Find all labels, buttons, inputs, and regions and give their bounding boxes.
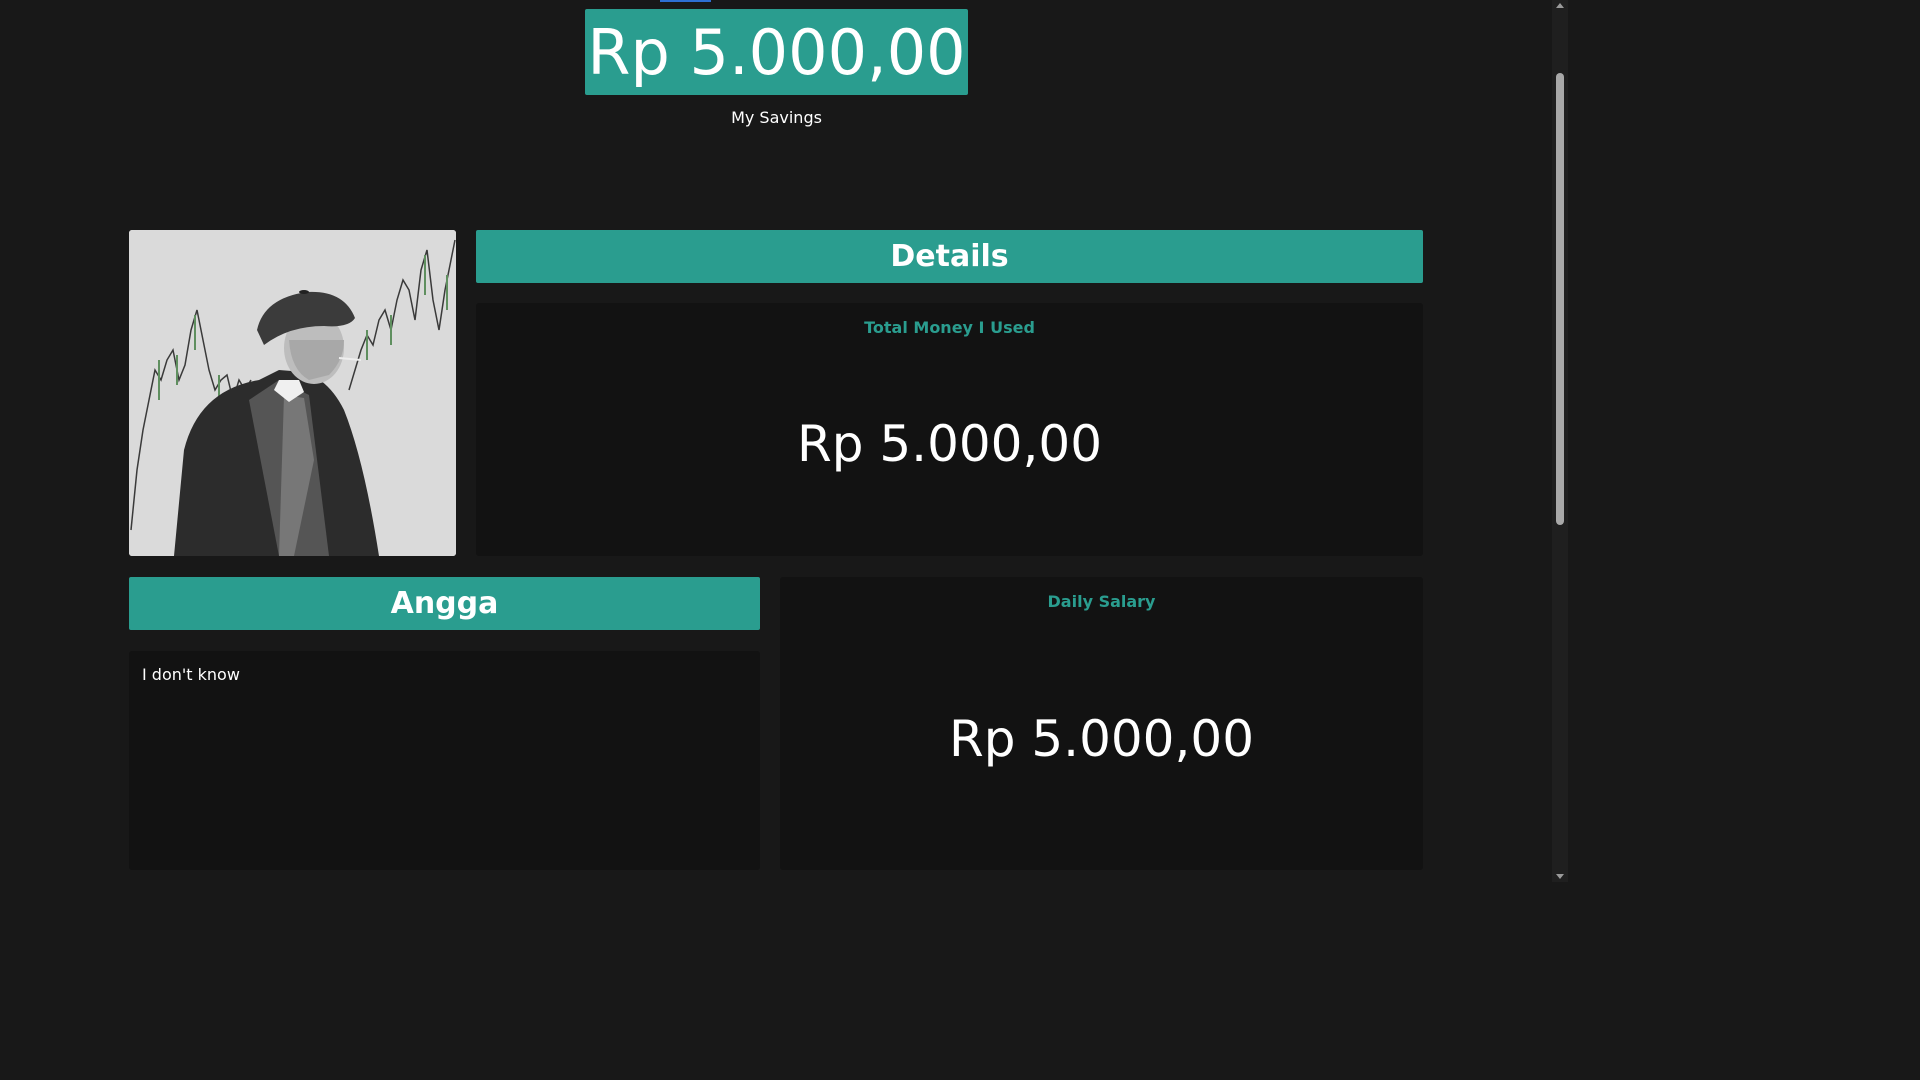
total-used-title: Total Money I Used xyxy=(864,318,1035,337)
total-used-value: Rp 5.000,00 xyxy=(796,415,1103,473)
savings-dashboard: Rp 5.000,00 My Savings Details Total Mon… xyxy=(0,0,1568,882)
scroll-up-icon[interactable] xyxy=(1556,3,1564,8)
scrollbar-thumb[interactable] xyxy=(1556,73,1564,525)
bio-text: I don't know xyxy=(142,665,240,684)
vertical-scrollbar[interactable] xyxy=(1552,0,1568,882)
avatar xyxy=(129,230,456,556)
total-used-card: Total Money I Used Rp 5.000,00 xyxy=(476,303,1423,556)
details-header: Details xyxy=(476,230,1423,283)
bio-card: I don't know xyxy=(129,651,760,870)
daily-salary-title: Daily Salary xyxy=(1047,592,1156,611)
daily-salary-card: Daily Salary Rp 5.000,00 xyxy=(780,577,1423,870)
top-accent-bar xyxy=(660,0,711,2)
savings-amount: Rp 5.000,00 xyxy=(585,9,968,95)
portrait-illustration-icon xyxy=(129,230,456,556)
daily-salary-value: Rp 5.000,00 xyxy=(948,710,1255,768)
profile-name: Angga xyxy=(129,577,760,630)
savings-label: My Savings xyxy=(731,108,822,127)
scroll-down-icon[interactable] xyxy=(1556,874,1564,879)
